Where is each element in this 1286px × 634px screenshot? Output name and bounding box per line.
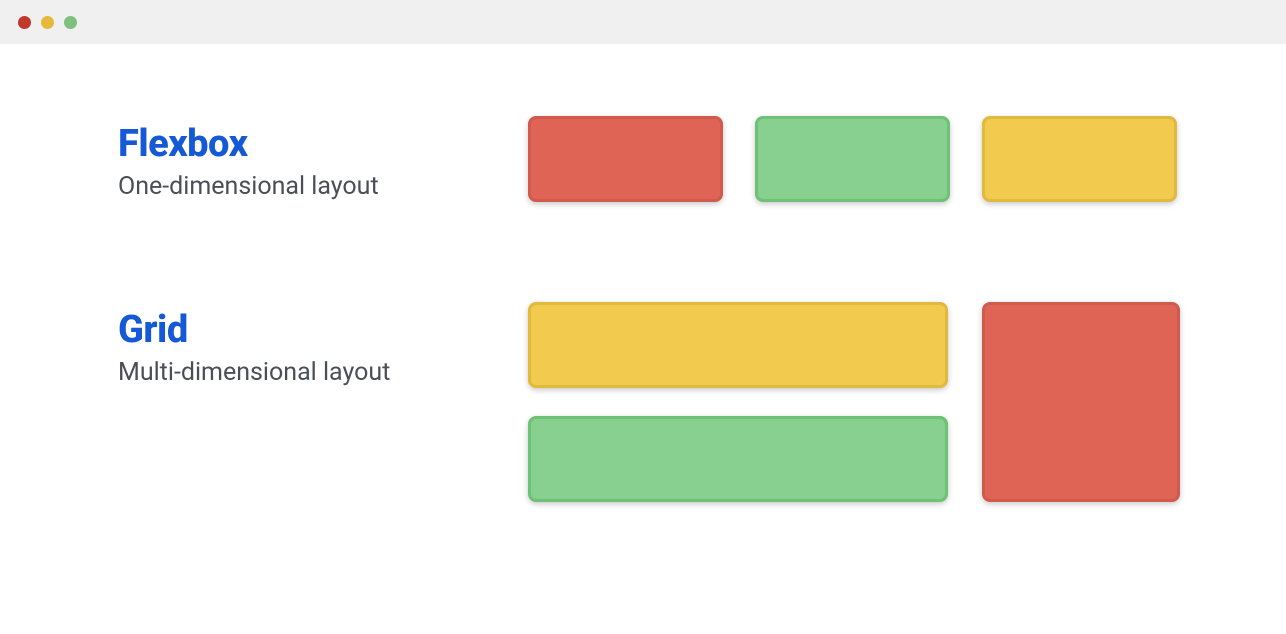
flex-item-yellow	[982, 116, 1177, 202]
flexbox-section: Flexbox One-dimensional layout	[118, 116, 1176, 202]
grid-item-red	[982, 302, 1180, 502]
window-minimize-button[interactable]	[41, 16, 54, 29]
grid-visual	[528, 302, 1178, 502]
window-close-button[interactable]	[18, 16, 31, 29]
flexbox-visual	[528, 116, 1177, 202]
window-zoom-button[interactable]	[64, 16, 77, 29]
flex-item-green	[755, 116, 950, 202]
grid-section: Grid Multi-dimensional layout	[118, 302, 1176, 502]
grid-item-green	[528, 416, 948, 502]
grid-subtitle: Multi-dimensional layout	[118, 358, 528, 387]
flexbox-title: Flexbox	[118, 122, 528, 166]
flex-item-red	[528, 116, 723, 202]
grid-title: Grid	[118, 308, 528, 352]
grid-item-yellow	[528, 302, 948, 388]
window-titlebar	[0, 0, 1286, 44]
flexbox-labels: Flexbox One-dimensional layout	[118, 116, 528, 201]
grid-labels: Grid Multi-dimensional layout	[118, 302, 528, 387]
content-area: Flexbox One-dimensional layout Grid Mult…	[0, 44, 1286, 502]
flexbox-subtitle: One-dimensional layout	[118, 172, 528, 201]
